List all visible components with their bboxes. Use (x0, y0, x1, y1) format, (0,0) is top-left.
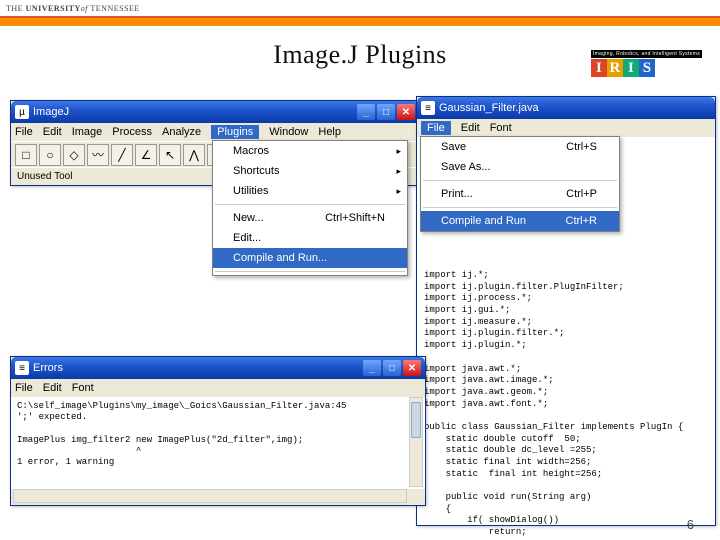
errors-window: ≡ Errors _ □ ✕ File Edit Font C:\self_im… (10, 356, 426, 506)
menu-file[interactable]: File (421, 121, 451, 135)
minimize-button[interactable]: _ (357, 104, 375, 120)
menu-separator (423, 207, 617, 208)
window-title: Errors (33, 362, 363, 374)
menu-item-utilities[interactable]: Utilities (213, 181, 407, 201)
close-button[interactable]: ✕ (403, 360, 421, 376)
editor-code-text: import ij.*; import ij.plugin.filter.Plu… (424, 270, 714, 539)
menu-edit[interactable]: Edit (43, 382, 62, 394)
tool-oval[interactable]: ○ (39, 144, 61, 166)
iris-letter: S (639, 59, 655, 77)
tool-freehand[interactable]: 〰 (87, 144, 109, 166)
menu-edit[interactable]: Edit (461, 122, 480, 134)
menubar: File Edit Font (11, 379, 425, 397)
errors-text[interactable]: C:\self_image\Plugins\my_image\_Goics\Ga… (11, 397, 425, 489)
menu-item-save[interactable]: SaveCtrl+S (421, 137, 619, 157)
menu-separator (215, 204, 405, 205)
titlebar[interactable]: µ ImageJ _ □ ✕ (11, 101, 419, 123)
menu-item-new[interactable]: New...Ctrl+Shift+N (213, 208, 407, 228)
editor-file-menu: SaveCtrl+S Save As... Print...Ctrl+P Com… (420, 136, 620, 232)
university-label: THE UNIVERSITYof TENNESSEE (6, 4, 140, 13)
menu-item-print[interactable]: Print...Ctrl+P (421, 184, 619, 204)
file-icon: ≡ (15, 361, 29, 375)
menu-edit[interactable]: Edit (43, 126, 62, 138)
menu-file[interactable]: File (15, 382, 33, 394)
iris-tagline: Imaging, Robotics, and Intelligent Syste… (591, 50, 702, 58)
titlebar[interactable]: ≡ Errors _ □ ✕ (11, 357, 425, 379)
menu-separator (215, 271, 405, 272)
menu-file[interactable]: File (15, 126, 33, 138)
menu-separator (423, 180, 617, 181)
menu-item-compile-run[interactable]: Compile and Run... (213, 248, 407, 268)
menu-window[interactable]: Window (269, 126, 308, 138)
menu-item-compile-run[interactable]: Compile and RunCtrl+R (421, 211, 619, 231)
tool-angle[interactable]: ∠ (135, 144, 157, 166)
tool-line[interactable]: ╱ (111, 144, 133, 166)
tool-polygon[interactable]: ◇ (63, 144, 85, 166)
close-button[interactable]: ✕ (397, 104, 415, 120)
iris-letter: I (591, 59, 607, 77)
tool-rect[interactable]: □ (15, 144, 37, 166)
maximize-button[interactable]: □ (383, 360, 401, 376)
menu-analyze[interactable]: Analyze (162, 126, 201, 138)
menu-image[interactable]: Image (72, 126, 103, 138)
orange-divider (0, 18, 720, 26)
iris-letter: I (623, 59, 639, 77)
file-icon: ≡ (421, 101, 435, 115)
menu-item-edit[interactable]: Edit... (213, 228, 407, 248)
menu-font[interactable]: Font (72, 382, 94, 394)
window-title: Gaussian_Filter.java (439, 102, 711, 114)
titlebar[interactable]: ≡ Gaussian_Filter.java (417, 97, 715, 119)
tool-wand[interactable]: ⋀ (183, 144, 205, 166)
menu-help[interactable]: Help (318, 126, 341, 138)
page-number: 6 (687, 517, 694, 532)
menubar: File Edit Font (417, 119, 715, 137)
menu-plugins[interactable]: Plugins (211, 125, 259, 139)
menu-item-macros[interactable]: Macros (213, 141, 407, 161)
plugins-menu: Macros Shortcuts Utilities New...Ctrl+Sh… (212, 140, 408, 276)
menu-process[interactable]: Process (112, 126, 152, 138)
status-text: Unused Tool (17, 171, 72, 182)
iris-letter: R (607, 59, 623, 77)
university-header: THE UNIVERSITYof TENNESSEE (0, 0, 720, 18)
maximize-button[interactable]: □ (377, 104, 395, 120)
scrollbar-thumb[interactable] (411, 402, 421, 438)
menubar: File Edit Image Process Analyze Plugins … (11, 123, 419, 141)
iris-logo: Imaging, Robotics, and Intelligent Syste… (591, 50, 702, 77)
window-title: ImageJ (33, 106, 357, 118)
menu-font[interactable]: Font (490, 122, 512, 134)
app-icon: µ (15, 105, 29, 119)
minimize-button[interactable]: _ (363, 360, 381, 376)
vertical-scrollbar[interactable] (409, 397, 423, 487)
menu-item-save-as[interactable]: Save As... (421, 157, 619, 177)
horizontal-scrollbar[interactable] (13, 489, 407, 503)
menu-item-shortcuts[interactable]: Shortcuts (213, 161, 407, 181)
tool-point[interactable]: ↖ (159, 144, 181, 166)
